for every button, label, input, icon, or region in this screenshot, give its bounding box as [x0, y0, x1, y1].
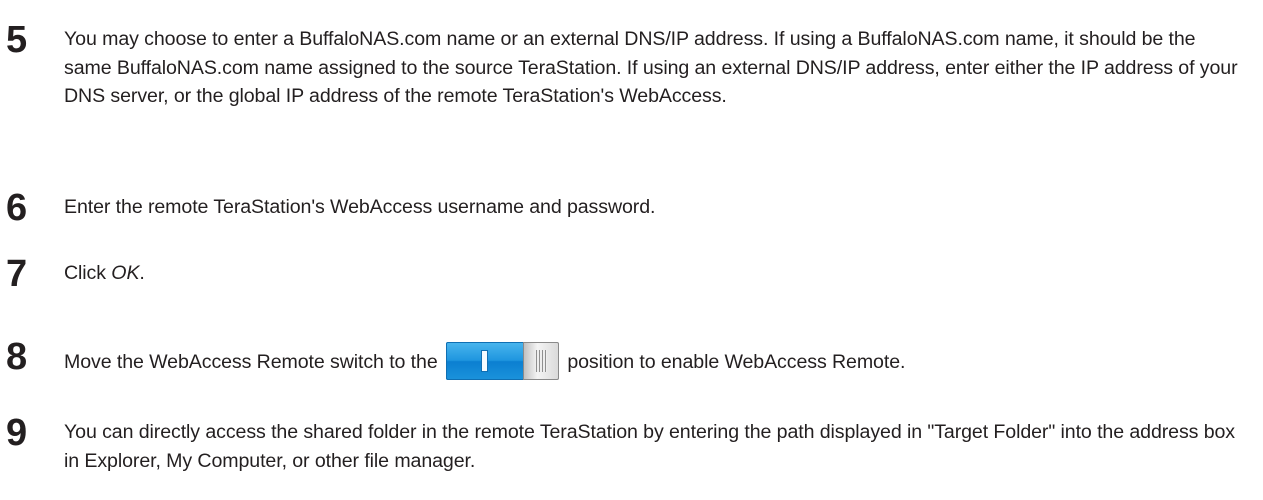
step-text: Click OK.: [64, 259, 1244, 288]
ok-button-reference: OK: [111, 262, 140, 284]
step-number: 9: [6, 412, 28, 454]
switch-knob-grip: [535, 350, 547, 372]
step-text-before: Click: [64, 262, 112, 284]
switch-track: [445, 342, 524, 380]
toggle-switch-on-icon: [445, 342, 559, 380]
step-text: Move the WebAccess Remote switch to the …: [64, 342, 1244, 380]
step-text: You may choose to enter a BuffaloNAS.com…: [64, 28, 1238, 107]
step-number: 8: [6, 336, 28, 378]
switch-knob: [522, 342, 559, 380]
step-text-after: position to enable WebAccess Remote.: [561, 351, 906, 373]
switch-notch: [480, 350, 488, 372]
step-text-after: .: [139, 262, 145, 284]
step-number: 6: [6, 187, 28, 229]
step-text: Enter the remote TeraStation's WebAccess…: [64, 196, 656, 218]
step-number: 7: [6, 253, 28, 295]
step-number: 5: [6, 19, 28, 61]
step-text: You can directly access the shared folde…: [64, 421, 1235, 472]
step-text-before: Move the WebAccess Remote switch to the: [64, 351, 443, 373]
